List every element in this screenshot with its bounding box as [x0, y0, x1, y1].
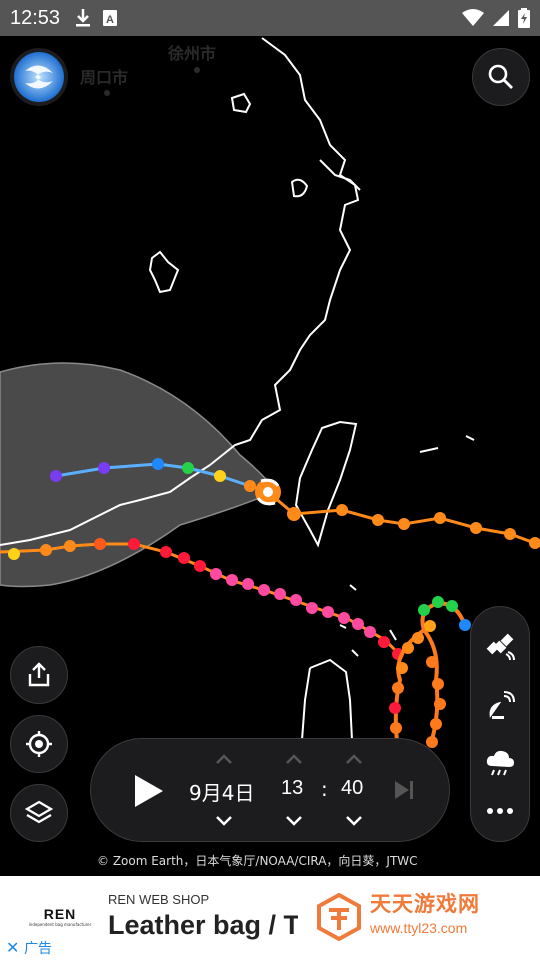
- chevron-down-icon[interactable]: [345, 815, 363, 827]
- radar-icon[interactable]: [484, 690, 516, 722]
- ad-banner[interactable]: REN independent bag manufacturer REN WEB…: [0, 876, 540, 960]
- city-label-xuzhou: 徐州市: [168, 44, 217, 63]
- map-view[interactable]: 徐州市 周口市 9月4日 13: 40 © Zoom Earth，日本气象厅/…: [0, 36, 540, 876]
- chevron-up-icon[interactable]: [345, 753, 363, 765]
- more-icon[interactable]: [485, 806, 515, 816]
- zoom-earth-logo-icon: [14, 52, 64, 102]
- ad-brand-sub: independent bag manufacturer: [28, 922, 92, 927]
- share-button[interactable]: [10, 646, 68, 704]
- skip-forward-icon[interactable]: [393, 779, 415, 801]
- ad-tag: 广告: [24, 941, 52, 957]
- city-dot: [104, 90, 110, 96]
- island-lake-2: [148, 250, 180, 294]
- status-time: 12:53: [10, 6, 61, 29]
- island-taiwan: [294, 420, 358, 548]
- ad-shop-name: REN WEB SHOP: [108, 892, 210, 907]
- typhoon-icon: [255, 478, 281, 506]
- share-icon: [28, 662, 50, 687]
- ad-brand-name: REN: [43, 906, 77, 922]
- layer-panel: [470, 606, 530, 842]
- chevron-down-icon[interactable]: [285, 815, 303, 827]
- search-icon: [488, 64, 513, 89]
- watermark-logo-icon: [317, 892, 361, 942]
- time-separator: :: [321, 777, 328, 801]
- island-lake: [230, 92, 252, 114]
- city-label-zhoukou: 周口市: [80, 68, 129, 87]
- hour-label: 13: [281, 777, 304, 799]
- ad-brand-logo: REN independent bag manufacturer: [26, 906, 94, 927]
- map-attribution: © Zoom Earth，日本气象厅/NOAA/CIRA，向日葵，JTWC: [97, 854, 418, 868]
- font-a-icon: A: [103, 10, 118, 26]
- ad-headline: Leather bag / T: [108, 910, 298, 940]
- watermark-title: 天天游戏网: [370, 892, 480, 916]
- play-icon[interactable]: [131, 773, 165, 809]
- battery-charging-icon: [518, 8, 530, 28]
- watermark: 天天游戏网 www.ttyl23.com: [314, 884, 538, 954]
- satellite-icon[interactable]: [484, 632, 516, 664]
- signal-icon: [493, 10, 509, 26]
- locate-icon: [26, 731, 52, 757]
- city-dot: [194, 67, 200, 73]
- date-label: 9月4日: [189, 781, 255, 805]
- search-button[interactable]: [472, 48, 530, 106]
- island-small: [290, 178, 309, 198]
- chevron-up-icon[interactable]: [285, 753, 303, 765]
- timeline-bar: 9月4日 13 : 40: [90, 738, 450, 842]
- status-bar: 12:53 A: [0, 0, 540, 36]
- locate-button[interactable]: [10, 715, 68, 773]
- minute-label: 40: [341, 777, 364, 799]
- download-icon: [76, 9, 91, 27]
- svg-text:A: A: [106, 14, 114, 26]
- layers-icon: [25, 800, 53, 824]
- wifi-icon: [462, 9, 484, 26]
- layers-button[interactable]: [10, 784, 68, 842]
- watermark-url: www.ttyl23.com: [370, 920, 468, 936]
- rain-icon[interactable]: [484, 748, 516, 780]
- ad-close-button[interactable]: ✕: [6, 938, 19, 957]
- chevron-up-icon[interactable]: [215, 753, 233, 765]
- app-logo-button[interactable]: [10, 48, 68, 106]
- chevron-down-icon[interactable]: [215, 815, 233, 827]
